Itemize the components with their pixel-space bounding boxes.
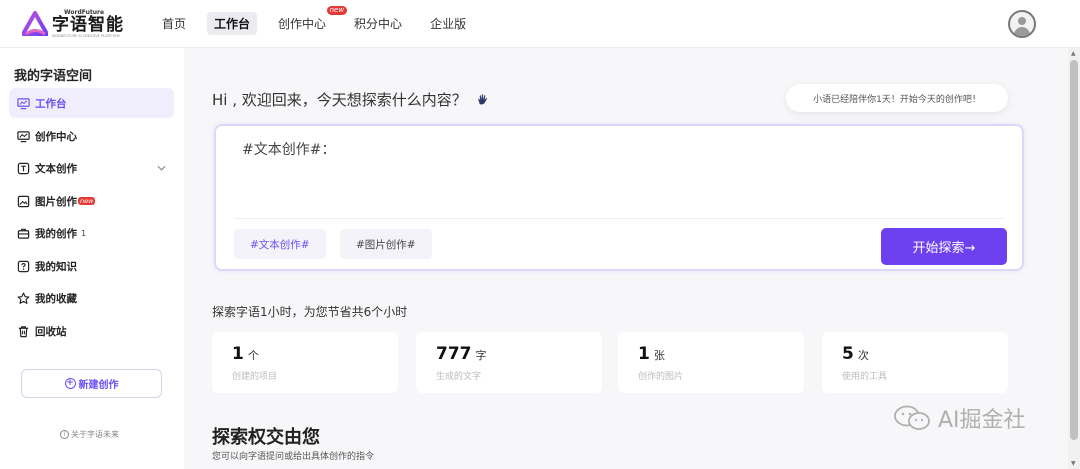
sidebar-item-image-creation[interactable]: 图片创作 new [9,186,174,216]
stat-card-projects: 1个 创建的项目 [212,332,398,393]
stat-unit: 次 [857,349,869,362]
stat-number: 777 [436,344,472,364]
chip-text-creation[interactable]: #文本创作# [234,229,326,259]
chip-image-creation[interactable]: #图片创作# [340,229,432,259]
nav-enterprise[interactable]: 企业版 [423,12,473,35]
stat-number: 1 [232,344,244,364]
wave-hand-icon [476,94,489,109]
image-icon [17,195,30,208]
question-icon [17,260,30,273]
plus-icon: + [64,378,76,389]
stat-label: 创作的图片 [638,372,684,382]
stat-value: 1个 [232,344,259,364]
sidebar-item-recycle-bin[interactable]: 回收站 [9,316,174,346]
sidebar-item-workbench[interactable]: 工作台 [9,88,174,118]
sidebar-title: 我的字语空间 [14,69,93,84]
new-badge: new [78,197,96,205]
item-count: 1 [81,228,87,238]
about-link[interactable]: i 关于字语未来 [60,429,119,440]
info-icon: i [60,430,69,439]
sidebar-item-label: 我的收藏 [35,292,77,305]
trash-icon [17,325,30,338]
nav-creation-center-label: 创作中心 [278,17,327,31]
stat-card-images: 1张 创作的图片 [618,332,804,393]
star-icon [17,292,30,305]
sidebar-item-label: 工作台 [35,97,67,110]
section-subtitle: 您可以向字语提问或给出具体创作的指令 [212,452,375,462]
prompt-card: #文本创作#： #文本创作# #图片创作# 开始探索→ [214,124,1024,271]
sidebar-item-label: 图片创作 [35,195,77,208]
watermark: AI掘金社 [892,402,1026,434]
sidebar-item-label: 回收站 [35,325,67,338]
sidebar-item-creation-center[interactable]: 创作中心 [9,121,174,151]
nav-points-center[interactable]: 积分中心 [347,12,409,35]
briefcase-icon [17,227,30,240]
nav-home[interactable]: 首页 [155,12,193,35]
wechat-icon [892,404,932,432]
text-icon [17,162,30,175]
sidebar-item-my-knowledge[interactable]: 我的知识 [9,251,174,281]
stat-unit: 张 [653,349,665,362]
stat-card-tools: 5次 使用的工具 [822,332,1008,393]
scroll-down-icon[interactable]: ▼ [1071,460,1076,467]
chart-icon [17,130,30,143]
sidebar-item-label: 创作中心 [35,130,77,143]
stat-card-words: 777 字 生成的文字 [416,332,602,393]
sidebar: 我的字语空间 工作台 创作中心 文本创作 图片创作 new 我的创作 1 我的知… [0,48,184,469]
stat-number: 1 [638,344,650,364]
greeting: Hi , 欢迎回来，今天想探索什么内容？ [212,89,489,110]
stat-value: 1张 [638,344,665,364]
chevron-down-icon[interactable] [157,164,166,173]
top-navbar: WordFuture 字语智能 WORDFUTURE AI CREATIVE P… [0,0,1080,48]
stat-label: 生成的文字 [436,372,482,382]
companion-tip: 小语已经陪伴你1天！开始今天的创作吧！ [786,84,1008,112]
sidebar-item-label: 我的创作 [35,227,77,240]
sidebar-item-my-creations[interactable]: 我的创作 1 [9,218,174,248]
brand-tagline: WORDFUTURE AI CREATIVE PLATFORM [52,33,120,38]
sidebar-item-label: 我的知识 [35,260,77,273]
stat-label: 创建的项目 [232,372,278,382]
brand-name: 字语智能 [52,14,124,35]
sidebar-item-my-favorites[interactable]: 我的收藏 [9,283,174,313]
stat-unit: 字 [475,349,487,362]
brand-logo[interactable]: WordFuture 字语智能 WORDFUTURE AI CREATIVE P… [21,9,142,39]
stat-number: 5 [842,344,854,364]
stats-title: 探索字语1小时，为您节省共6个小时 [212,305,408,319]
about-label: 关于字语未来 [71,430,119,439]
monitor-icon [17,97,30,110]
watermark-text: AI掘金社 [938,408,1026,433]
vertical-scrollbar[interactable]: ▲ ▼ [1068,48,1080,469]
stat-value: 777 字 [436,344,487,364]
scroll-up-icon[interactable]: ▲ [1071,50,1076,57]
sidebar-item-label: 文本创作 [35,162,77,175]
logo-icon [21,10,49,37]
prompt-input[interactable]: #文本创作#： [242,139,335,159]
new-creation-button[interactable]: + 新建创作 [21,369,162,398]
greeting-text: Hi , 欢迎回来，今天想探索什么内容？ [212,91,467,109]
stat-unit: 个 [247,349,259,362]
user-avatar[interactable] [1008,10,1036,38]
stat-label: 使用的工具 [842,372,888,382]
new-badge: new [326,6,348,15]
nav-creation-center[interactable]: 创作中心 new [271,6,348,35]
section-title: 探索权交由您 [212,427,320,448]
new-creation-label: 新建创作 [78,380,119,391]
start-explore-button[interactable]: 开始探索→ [881,228,1007,265]
divider [234,218,1004,219]
scroll-thumb[interactable] [1070,60,1078,440]
nav-workbench[interactable]: 工作台 [207,12,258,35]
main-nav: 首页 工作台 创作中心 new 积分中心 企业版 [155,6,487,35]
sidebar-item-text-creation[interactable]: 文本创作 [9,153,174,183]
stat-value: 5次 [842,344,869,364]
